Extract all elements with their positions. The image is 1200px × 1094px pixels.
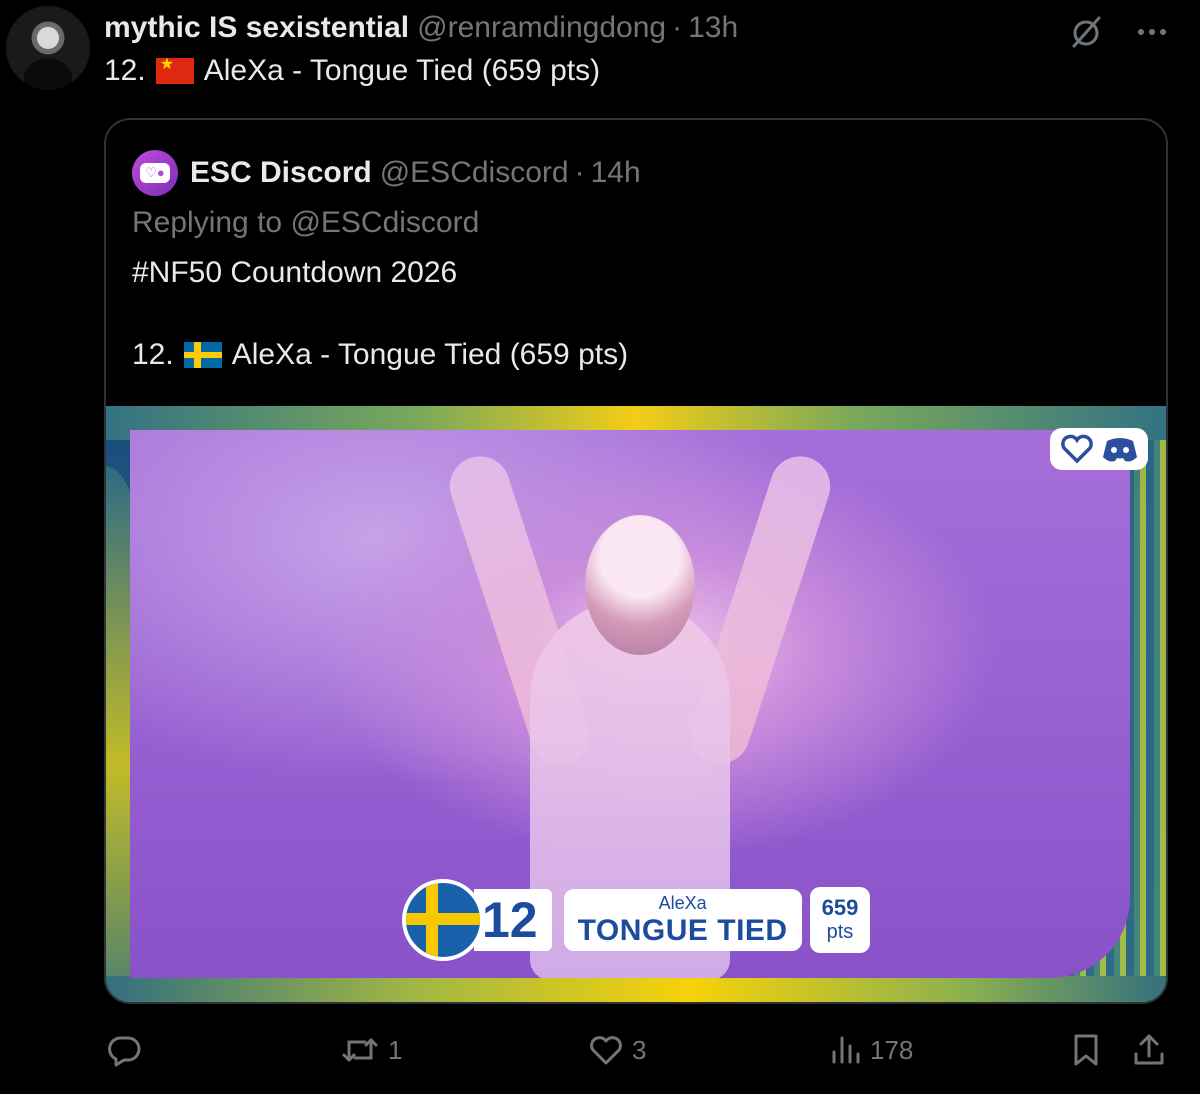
quoted-text-line1: #NF50 Countdown 2026 [132, 256, 458, 289]
views-count: 178 [870, 1034, 914, 1065]
replying-to: Replying to @ESCdiscord [132, 206, 479, 240]
ranking-lower-third: 12 AleXa TONGUE TIED 659 pts [402, 879, 871, 961]
points-box: 659 pts [809, 887, 871, 953]
artist-name: AleXa [658, 892, 707, 913]
repost-button[interactable]: 1 [340, 1032, 402, 1068]
quoted-author-handle[interactable]: @ESCdiscord [380, 156, 569, 190]
rank-number: 12 [474, 889, 552, 951]
repost-icon [340, 1032, 380, 1068]
like-count: 3 [632, 1034, 647, 1065]
quoted-post-header: ♡● ESC Discord @ESCdiscord · 14h [132, 150, 641, 196]
points-unit: pts [826, 921, 854, 943]
esc-discord-watermark-icon [1050, 428, 1148, 470]
post-time[interactable]: 13h [688, 11, 738, 45]
replying-mention[interactable]: @ESCdiscord [290, 206, 479, 239]
post-media-image[interactable]: 12 AleXa TONGUE TIED 659 pts [106, 406, 1166, 1002]
bookmark-button[interactable] [1070, 1032, 1102, 1068]
post-top-actions [1066, 12, 1170, 52]
post-header: mythic IS sexistential @renramdingdong ·… [104, 10, 738, 46]
like-icon [588, 1032, 624, 1068]
decorative-band-bottom [106, 976, 1166, 1002]
post-text-body: AleXa - Tongue Tied (659 pts) [203, 54, 601, 87]
separator-dot: · [574, 156, 585, 189]
quoted-post[interactable]: ♡● ESC Discord @ESCdiscord · 14h Replyin… [104, 118, 1168, 1004]
author-handle[interactable]: @renramdingdong [417, 11, 666, 45]
reply-icon [106, 1032, 142, 1068]
share-button[interactable] [1132, 1032, 1166, 1068]
post-text-number: 12. [104, 54, 146, 87]
share-icon [1132, 1032, 1166, 1068]
quoted-text-body: AleXa - Tongue Tied (659 pts) [231, 338, 629, 371]
grok-icon[interactable] [1066, 12, 1106, 52]
sweden-flag-icon [183, 342, 222, 368]
points-value: 659 [821, 895, 859, 920]
views-button[interactable]: 178 [830, 1032, 913, 1068]
quoted-author-avatar[interactable]: ♡● [132, 150, 178, 196]
quoted-text-line2: 12. AleXa - Tongue Tied (659 pts) [132, 338, 628, 372]
separator-dot: · [672, 11, 683, 44]
performer-head [585, 515, 695, 655]
quoted-text-number: 12. [132, 338, 174, 371]
bookmark-icon [1070, 1032, 1102, 1068]
quoted-author-name[interactable]: ESC Discord [190, 156, 372, 190]
like-button[interactable]: 3 [588, 1032, 646, 1068]
post-action-bar: 1 3 178 [104, 1032, 1174, 1074]
song-title: TONGUE TIED [577, 913, 788, 947]
esc-discord-logo-icon: ♡● [140, 163, 170, 183]
quoted-post-time[interactable]: 14h [591, 156, 641, 190]
song-info: AleXa TONGUE TIED [563, 889, 802, 951]
sweden-flag-icon [402, 879, 484, 961]
repost-count: 1 [388, 1034, 403, 1065]
replying-prefix: Replying to [132, 206, 283, 239]
post-text: 12. AleXa - Tongue Tied (659 pts) [104, 54, 600, 88]
more-icon[interactable] [1134, 14, 1170, 50]
reply-button[interactable] [106, 1032, 142, 1068]
china-flag-icon [155, 54, 194, 84]
author-name[interactable]: mythic IS sexistential [104, 11, 409, 45]
views-icon [830, 1032, 862, 1068]
author-avatar[interactable] [6, 6, 90, 90]
